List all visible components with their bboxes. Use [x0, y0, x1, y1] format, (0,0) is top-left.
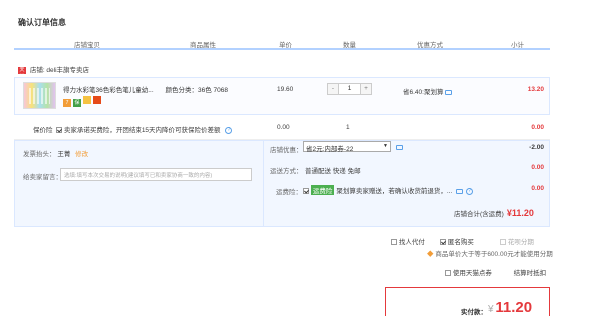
- insurance-subtotal: 0.00: [531, 124, 544, 131]
- freight-insurance-option: 运费险 聚划算卖家赠送，若确认收货前退货，... ?: [303, 185, 474, 195]
- shipping-label: 运送方式：: [270, 168, 303, 175]
- seven-day-return-icon: 7: [63, 99, 71, 107]
- tmall-points-settle: 结算时抵扣: [513, 270, 547, 277]
- col-quantity: 数量: [343, 42, 356, 49]
- col-promo: 优惠方式: [417, 42, 443, 49]
- anonymous-checkbox[interactable]: [440, 239, 446, 246]
- tmall-points-row: 使用天猫点券 结算时抵扣: [445, 267, 546, 277]
- col-price: 单价: [279, 42, 292, 49]
- invoice-row: 发票抬头： 王菁 修改: [23, 148, 88, 158]
- huabei-label: 花呗分期: [507, 239, 534, 246]
- item-price: 19.60: [277, 86, 294, 93]
- guarantee-icon: 保: [73, 99, 81, 107]
- anonymous-label: 匿名购买: [447, 239, 474, 246]
- message-input[interactable]: 选填:填写本次交易的说明(建议填写已和卖家协商一致的内容): [60, 168, 252, 181]
- help-icon[interactable]: ?: [466, 187, 474, 195]
- shop-row: 天猫 店铺: deli丰旗专卖店: [18, 64, 89, 80]
- freight-insurance-badge: 运费险: [310, 185, 335, 195]
- huabei-note: ◆ 商品单价大于等于600.00元才能使用分期: [427, 248, 553, 258]
- warning-icon: ◆: [427, 251, 434, 258]
- panel-divider: [263, 140, 264, 227]
- store-total: 店铺合计(含运费) ¥11.20: [454, 208, 534, 218]
- store-total-amount: ¥11.20: [506, 208, 534, 218]
- message-label: 给卖家留言：: [23, 174, 62, 181]
- shipping-icon: [93, 96, 101, 104]
- page-title: 确认订单信息: [18, 18, 66, 27]
- item-name-text[interactable]: 得力水彩笔36色彩色笔儿童幼...: [63, 87, 154, 94]
- col-attributes: 商品属性: [190, 42, 216, 49]
- huabei-option[interactable]: 花呗分期: [500, 236, 534, 246]
- item-promo: 省6.40:聚划算: [403, 86, 453, 96]
- shop-name[interactable]: 店铺: deli丰旗专卖店: [30, 67, 89, 74]
- item-attributes: 颜色分类：36色 7068: [165, 87, 228, 94]
- shipping-value: 普通配送 快递 免邮: [305, 168, 361, 175]
- invoice-value: 王菁: [57, 151, 71, 158]
- item-subtotal: 13.20: [527, 86, 544, 93]
- shop-discount-select[interactable]: 省2元:内部券-22 ▼: [303, 141, 391, 153]
- insurance-price: 0.00: [277, 124, 290, 131]
- anonymous-option[interactable]: 匿名购买: [440, 236, 474, 246]
- anon-pay-option[interactable]: 找人代付: [391, 236, 425, 246]
- freight-insurance-amount: 0.00: [531, 185, 544, 192]
- item-name[interactable]: 得力水彩笔36色彩色笔儿童幼... 颜色分类：36色 7068: [63, 84, 228, 94]
- item-thumbnail[interactable]: [23, 82, 56, 109]
- store-total-label: 店铺合计(含运费): [454, 211, 504, 218]
- invoice-edit-link[interactable]: 修改: [75, 151, 88, 158]
- col-subtotal: 小计: [511, 42, 524, 49]
- tmall-shop-icon: 天猫: [18, 66, 26, 80]
- insurance-text: 卖家承诺买费险，开团结束15天内降价可获保险价差额: [63, 127, 221, 134]
- pay-amount-value: 11.20: [495, 299, 533, 316]
- help-icon[interactable]: ?: [225, 126, 233, 134]
- currency-symbol: ¥: [488, 304, 494, 315]
- freight-insurance-text: 聚划算卖家赠送，若确认收货前退货，...: [336, 188, 453, 195]
- freight-insurance-label: 运费险：: [276, 189, 302, 196]
- insurance-option: 卖家承诺买费险，开团结束15天内降价可获保险价差额 ?: [56, 124, 233, 134]
- card-icon: [83, 96, 91, 104]
- promo-text: 省6.40:聚划算: [403, 89, 444, 96]
- huabei-checkbox[interactable]: [500, 239, 506, 246]
- qty-minus-button[interactable]: -: [328, 84, 338, 94]
- column-header: 店铺宝贝 商品属性 单价 数量 优惠方式 小计: [14, 36, 550, 50]
- freight-insurance-checkbox[interactable]: [303, 188, 309, 195]
- insurance-label: 保价险: [33, 127, 53, 134]
- pay-label: 实付款：: [461, 309, 487, 316]
- item-badges: 7保: [63, 96, 103, 107]
- shop-discount-selected: 省2元:内部券-22: [306, 146, 354, 153]
- shipping-amount: 0.00: [531, 164, 544, 171]
- chat-icon[interactable]: [445, 89, 453, 95]
- anon-pay-checkbox[interactable]: [391, 239, 397, 246]
- pay-amount: ¥ 11.20: [488, 299, 532, 316]
- insurance-quantity: 1: [346, 124, 350, 131]
- qty-input[interactable]: 1: [338, 84, 361, 94]
- col-shop-item: 店铺宝贝: [74, 42, 100, 49]
- tmall-points-checkbox[interactable]: [445, 270, 451, 277]
- shop-discount-label: 店铺优惠：: [270, 147, 303, 154]
- discount-info-icon[interactable]: [396, 145, 403, 150]
- chat-icon[interactable]: [456, 188, 464, 194]
- insurance-checkbox[interactable]: [56, 127, 62, 134]
- anon-pay-label: 找人代付: [398, 239, 425, 246]
- quantity-stepper[interactable]: - 1 +: [327, 83, 372, 95]
- huabei-note-text: 商品单价大于等于600.00元才能使用分期: [435, 251, 553, 258]
- shop-discount-value: -2.00: [529, 144, 544, 151]
- qty-plus-button[interactable]: +: [361, 84, 371, 94]
- tmall-points-label: 使用天猫点券: [452, 270, 492, 277]
- invoice-label: 发票抬头：: [23, 151, 56, 158]
- dropdown-arrow-icon: ▼: [383, 143, 388, 149]
